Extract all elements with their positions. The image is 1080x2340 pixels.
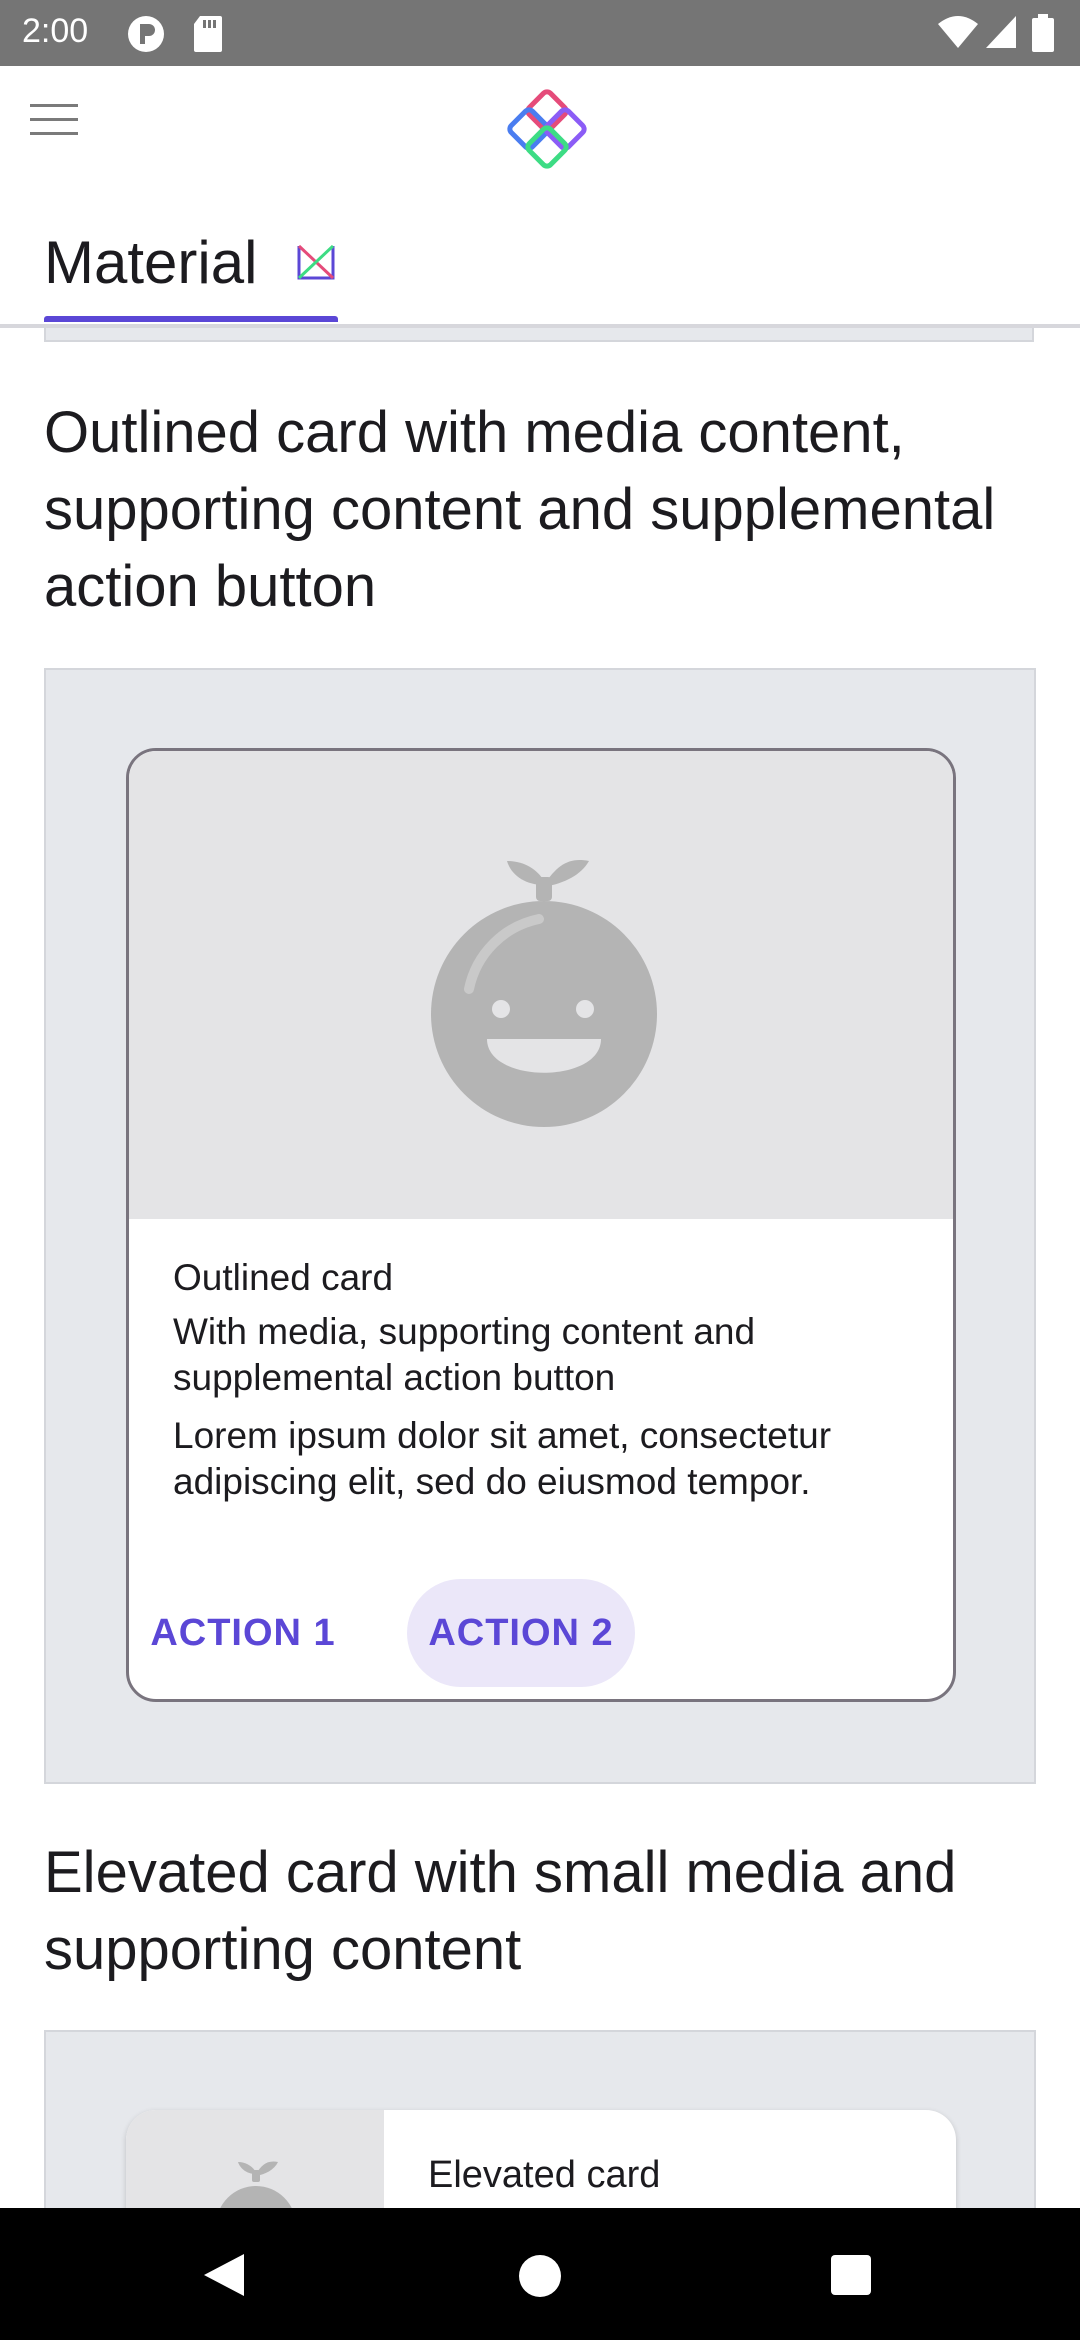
section-title-elevated: Elevated card with small media and suppo… xyxy=(44,1840,957,1982)
tab-indicator xyxy=(44,316,338,322)
status-bar: 2:00 xyxy=(0,0,1080,66)
sd-card-icon xyxy=(194,16,222,52)
material-badge-icon xyxy=(297,244,335,280)
menu-icon[interactable] xyxy=(30,104,78,140)
action-1-button[interactable]: ACTION 1 xyxy=(143,1579,343,1687)
recents-icon[interactable] xyxy=(830,2254,872,2296)
card-supporting-text: Lorem ipsum dolor sit amet, consectetur … xyxy=(173,1415,832,1502)
card-title: Outlined card xyxy=(173,1257,394,1298)
home-icon[interactable] xyxy=(518,2254,562,2298)
wifi-icon xyxy=(938,16,978,48)
sample-area-outlined: Outlined card With media, supporting con… xyxy=(44,668,1036,1784)
tab-row: Material xyxy=(0,210,1080,328)
card-media xyxy=(129,751,953,1219)
signal-icon xyxy=(986,16,1016,48)
action-2-button[interactable]: ACTION 2 xyxy=(407,1579,635,1687)
tab-label: Material xyxy=(44,229,258,296)
back-icon[interactable] xyxy=(200,2252,246,2298)
compose-catalog-logo-icon xyxy=(507,89,587,169)
elevated-card-title: Elevated card xyxy=(428,2154,661,2196)
notification-icon xyxy=(128,16,164,52)
status-time: 2:00 xyxy=(22,12,89,50)
card-subtitle: With media, supporting content and suppl… xyxy=(173,1311,756,1398)
fruit-placeholder-icon xyxy=(431,860,657,1127)
previous-sample-area xyxy=(44,328,1034,342)
system-nav-bar xyxy=(0,2208,1080,2340)
battery-icon xyxy=(1032,14,1054,52)
outlined-card: Outlined card With media, supporting con… xyxy=(126,748,956,1702)
section-title-outlined: Outlined card with media content, suppor… xyxy=(44,400,996,619)
